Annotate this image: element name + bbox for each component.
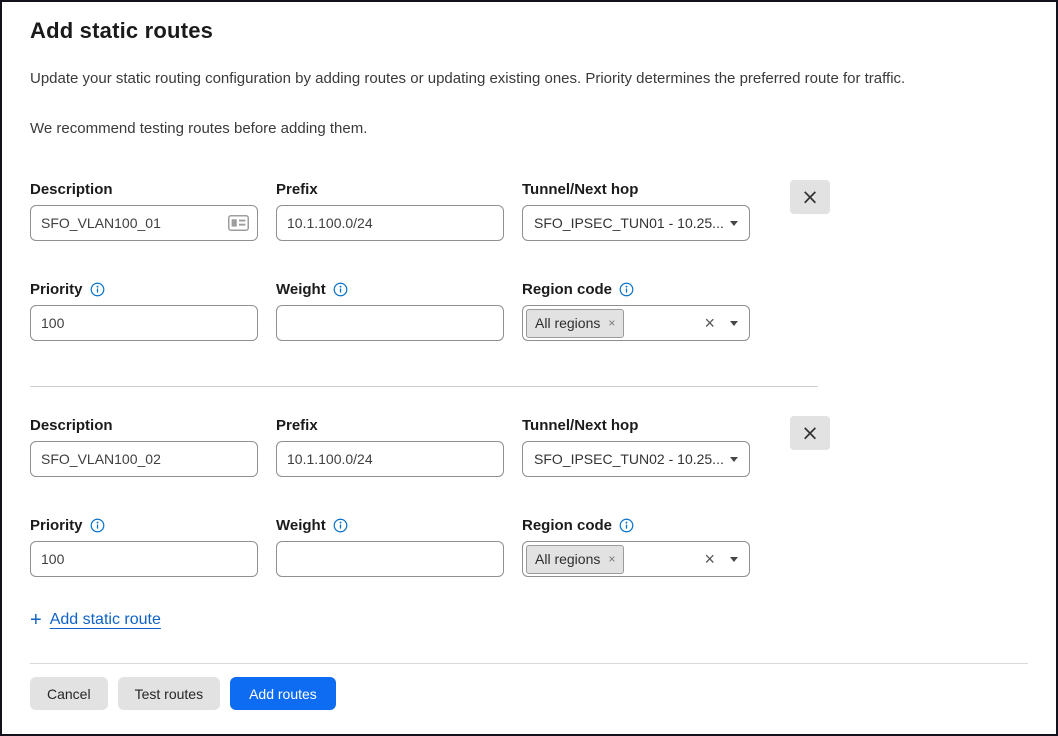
add-static-route-label[interactable]: Add static route bbox=[50, 611, 161, 629]
route1-secondary-row: Priority Weight bbox=[30, 279, 1028, 341]
route2-tunnel-field: Tunnel/Next hop SFO_IPSEC_TUN02 - 10.25.… bbox=[522, 415, 750, 477]
description-label: Description bbox=[30, 417, 113, 434]
footer-actions: Cancel Test routes Add routes bbox=[30, 677, 1028, 710]
prefix-input[interactable] bbox=[276, 205, 504, 241]
add-routes-button[interactable]: Add routes bbox=[230, 677, 336, 710]
plus-icon: + bbox=[30, 610, 42, 630]
remove-route-button[interactable]: × bbox=[790, 416, 830, 450]
remove-route-button[interactable]: × bbox=[790, 180, 830, 214]
tunnel-next-hop-label: Tunnel/Next hop bbox=[522, 181, 638, 198]
region-chip: All regions × bbox=[526, 309, 624, 338]
cancel-button[interactable]: Cancel bbox=[30, 677, 108, 710]
route-group-1: Description Prefix bbox=[30, 179, 1028, 341]
page-note: We recommend testing routes before addin… bbox=[30, 120, 1028, 140]
weight-label: Weight bbox=[276, 517, 326, 534]
info-icon[interactable] bbox=[619, 282, 634, 297]
test-routes-button[interactable]: Test routes bbox=[118, 677, 220, 710]
description-input[interactable] bbox=[30, 441, 258, 477]
chevron-down-icon bbox=[730, 557, 738, 562]
chip-remove-icon[interactable]: × bbox=[608, 553, 615, 565]
info-icon[interactable] bbox=[333, 282, 348, 297]
route1-prefix-field: Prefix bbox=[276, 179, 504, 241]
footer-divider bbox=[30, 663, 1028, 664]
route2-description-field: Description bbox=[30, 415, 258, 477]
prefix-label: Prefix bbox=[276, 181, 318, 198]
weight-label: Weight bbox=[276, 281, 326, 298]
info-icon[interactable] bbox=[90, 518, 105, 533]
route1-tunnel-field: Tunnel/Next hop SFO_IPSEC_TUN01 - 10.25.… bbox=[522, 179, 750, 241]
info-icon[interactable] bbox=[333, 518, 348, 533]
route1-weight-field: Weight bbox=[276, 279, 504, 341]
tunnel-select[interactable]: SFO_IPSEC_TUN02 - 10.25... bbox=[522, 441, 750, 477]
info-icon[interactable] bbox=[619, 518, 634, 533]
priority-input[interactable] bbox=[30, 541, 258, 577]
contact-card-icon bbox=[228, 215, 249, 231]
weight-input[interactable] bbox=[276, 541, 504, 577]
priority-input[interactable] bbox=[30, 305, 258, 341]
region-code-select[interactable]: All regions × × bbox=[522, 305, 750, 341]
route2-main-row: Description Prefix Tunnel/Next hop SFO_I… bbox=[30, 415, 1028, 477]
route2-secondary-row: Priority Weight bbox=[30, 515, 1028, 577]
route2-region-field: Region code All regions × bbox=[522, 515, 750, 577]
description-label: Description bbox=[30, 181, 113, 198]
add-static-route-link[interactable]: + Add static route bbox=[30, 609, 161, 631]
region-chip-label: All regions bbox=[535, 551, 600, 567]
region-chip-label: All regions bbox=[535, 315, 600, 331]
route1-main-row: Description Prefix bbox=[30, 179, 1028, 241]
tunnel-next-hop-label: Tunnel/Next hop bbox=[522, 417, 638, 434]
chevron-down-icon bbox=[730, 221, 738, 226]
priority-label: Priority bbox=[30, 517, 83, 534]
chip-remove-icon[interactable]: × bbox=[608, 317, 615, 329]
tunnel-select[interactable]: SFO_IPSEC_TUN01 - 10.25... bbox=[522, 205, 750, 241]
route1-region-field: Region code All regions × bbox=[522, 279, 750, 341]
prefix-label: Prefix bbox=[276, 417, 318, 434]
clear-selection-icon[interactable]: × bbox=[704, 550, 715, 568]
route1-description-field: Description bbox=[30, 179, 258, 241]
chevron-down-icon bbox=[730, 457, 738, 462]
tunnel-select-value: SFO_IPSEC_TUN02 - 10.25... bbox=[534, 451, 730, 467]
region-code-label: Region code bbox=[522, 281, 612, 298]
route2-weight-field: Weight bbox=[276, 515, 504, 577]
region-code-select[interactable]: All regions × × bbox=[522, 541, 750, 577]
weight-input[interactable] bbox=[276, 305, 504, 341]
info-icon[interactable] bbox=[90, 282, 105, 297]
clear-selection-icon[interactable]: × bbox=[704, 314, 715, 332]
page-title: Add static routes bbox=[30, 18, 1028, 46]
route2-priority-field: Priority bbox=[30, 515, 258, 577]
route1-priority-field: Priority bbox=[30, 279, 258, 341]
priority-label: Priority bbox=[30, 281, 83, 298]
prefix-input[interactable] bbox=[276, 441, 504, 477]
route-divider bbox=[30, 386, 818, 387]
region-code-label: Region code bbox=[522, 517, 612, 534]
page-description: Update your static routing configuration… bbox=[30, 70, 1028, 90]
add-static-routes-dialog: Add static routes Update your static rou… bbox=[0, 0, 1058, 736]
tunnel-select-value: SFO_IPSEC_TUN01 - 10.25... bbox=[534, 215, 730, 231]
chevron-down-icon bbox=[730, 321, 738, 326]
route-group-2: Description Prefix Tunnel/Next hop SFO_I… bbox=[30, 415, 1028, 577]
region-chip: All regions × bbox=[526, 545, 624, 574]
description-input[interactable] bbox=[30, 205, 258, 241]
route2-prefix-field: Prefix bbox=[276, 415, 504, 477]
